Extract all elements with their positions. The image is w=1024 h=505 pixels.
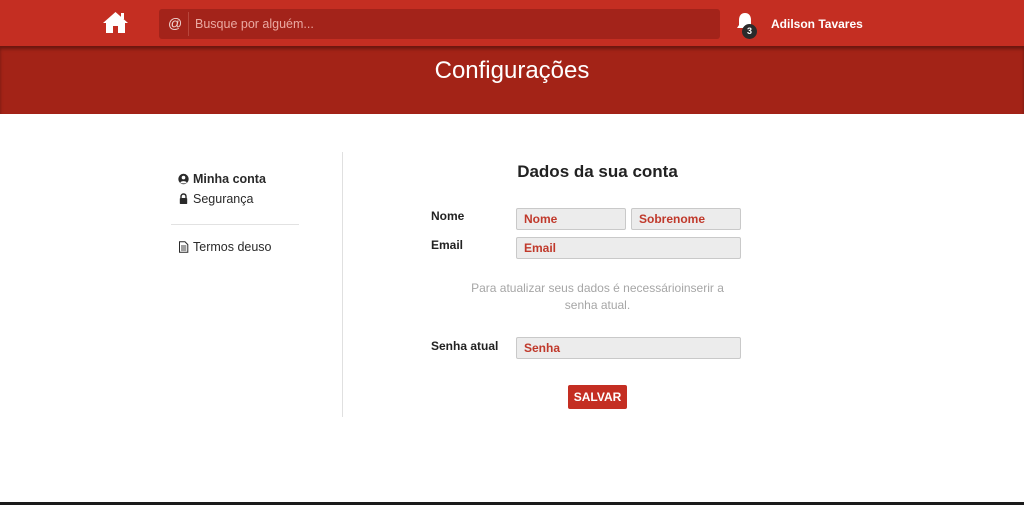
sidebar-item-label: Termos deuso <box>193 240 272 254</box>
document-icon <box>178 241 189 253</box>
save-button[interactable]: SALVAR <box>568 385 627 409</box>
search-input[interactable] <box>195 13 710 35</box>
content-divider <box>342 152 343 417</box>
email-field[interactable] <box>516 237 741 259</box>
hint-line: Para atualizar seus dados é necessárioin… <box>471 281 724 295</box>
at-sign-icon: @ <box>168 15 183 31</box>
hint-line: senha atual. <box>564 298 631 312</box>
sidebar-item-label: Minha conta <box>193 172 266 186</box>
last-name-field[interactable] <box>631 208 741 230</box>
password-label: Senha atual <box>431 339 499 353</box>
sidebar-item-security[interactable]: Segurança <box>178 192 253 206</box>
sidebar-divider <box>171 224 299 225</box>
top-navbar: @ 3 Adilson Tavares <box>0 0 1024 46</box>
sidebar-item-terms[interactable]: Termos deuso <box>178 240 272 254</box>
email-label: Email <box>431 238 464 252</box>
search-bar: @ <box>159 9 720 39</box>
page-banner: Configurações <box>0 46 1024 114</box>
lock-icon <box>178 193 189 205</box>
search-divider <box>188 12 189 36</box>
first-name-field[interactable] <box>516 208 626 230</box>
user-circle-icon <box>178 173 189 185</box>
sidebar-item-my-account[interactable]: Minha conta <box>178 172 266 186</box>
password-field[interactable] <box>516 337 741 359</box>
sidebar-item-label: Segurança <box>193 192 254 206</box>
password-hint: Para atualizar seus dados é necessárioin… <box>470 280 725 314</box>
notification-badge: 3 <box>742 24 757 39</box>
name-label: Nome <box>431 209 465 223</box>
page-title: Configurações <box>434 57 590 84</box>
user-name-link[interactable]: Adilson Tavares <box>771 17 863 31</box>
form-title: Dados da sua conta <box>517 162 678 181</box>
home-icon[interactable] <box>102 10 129 34</box>
